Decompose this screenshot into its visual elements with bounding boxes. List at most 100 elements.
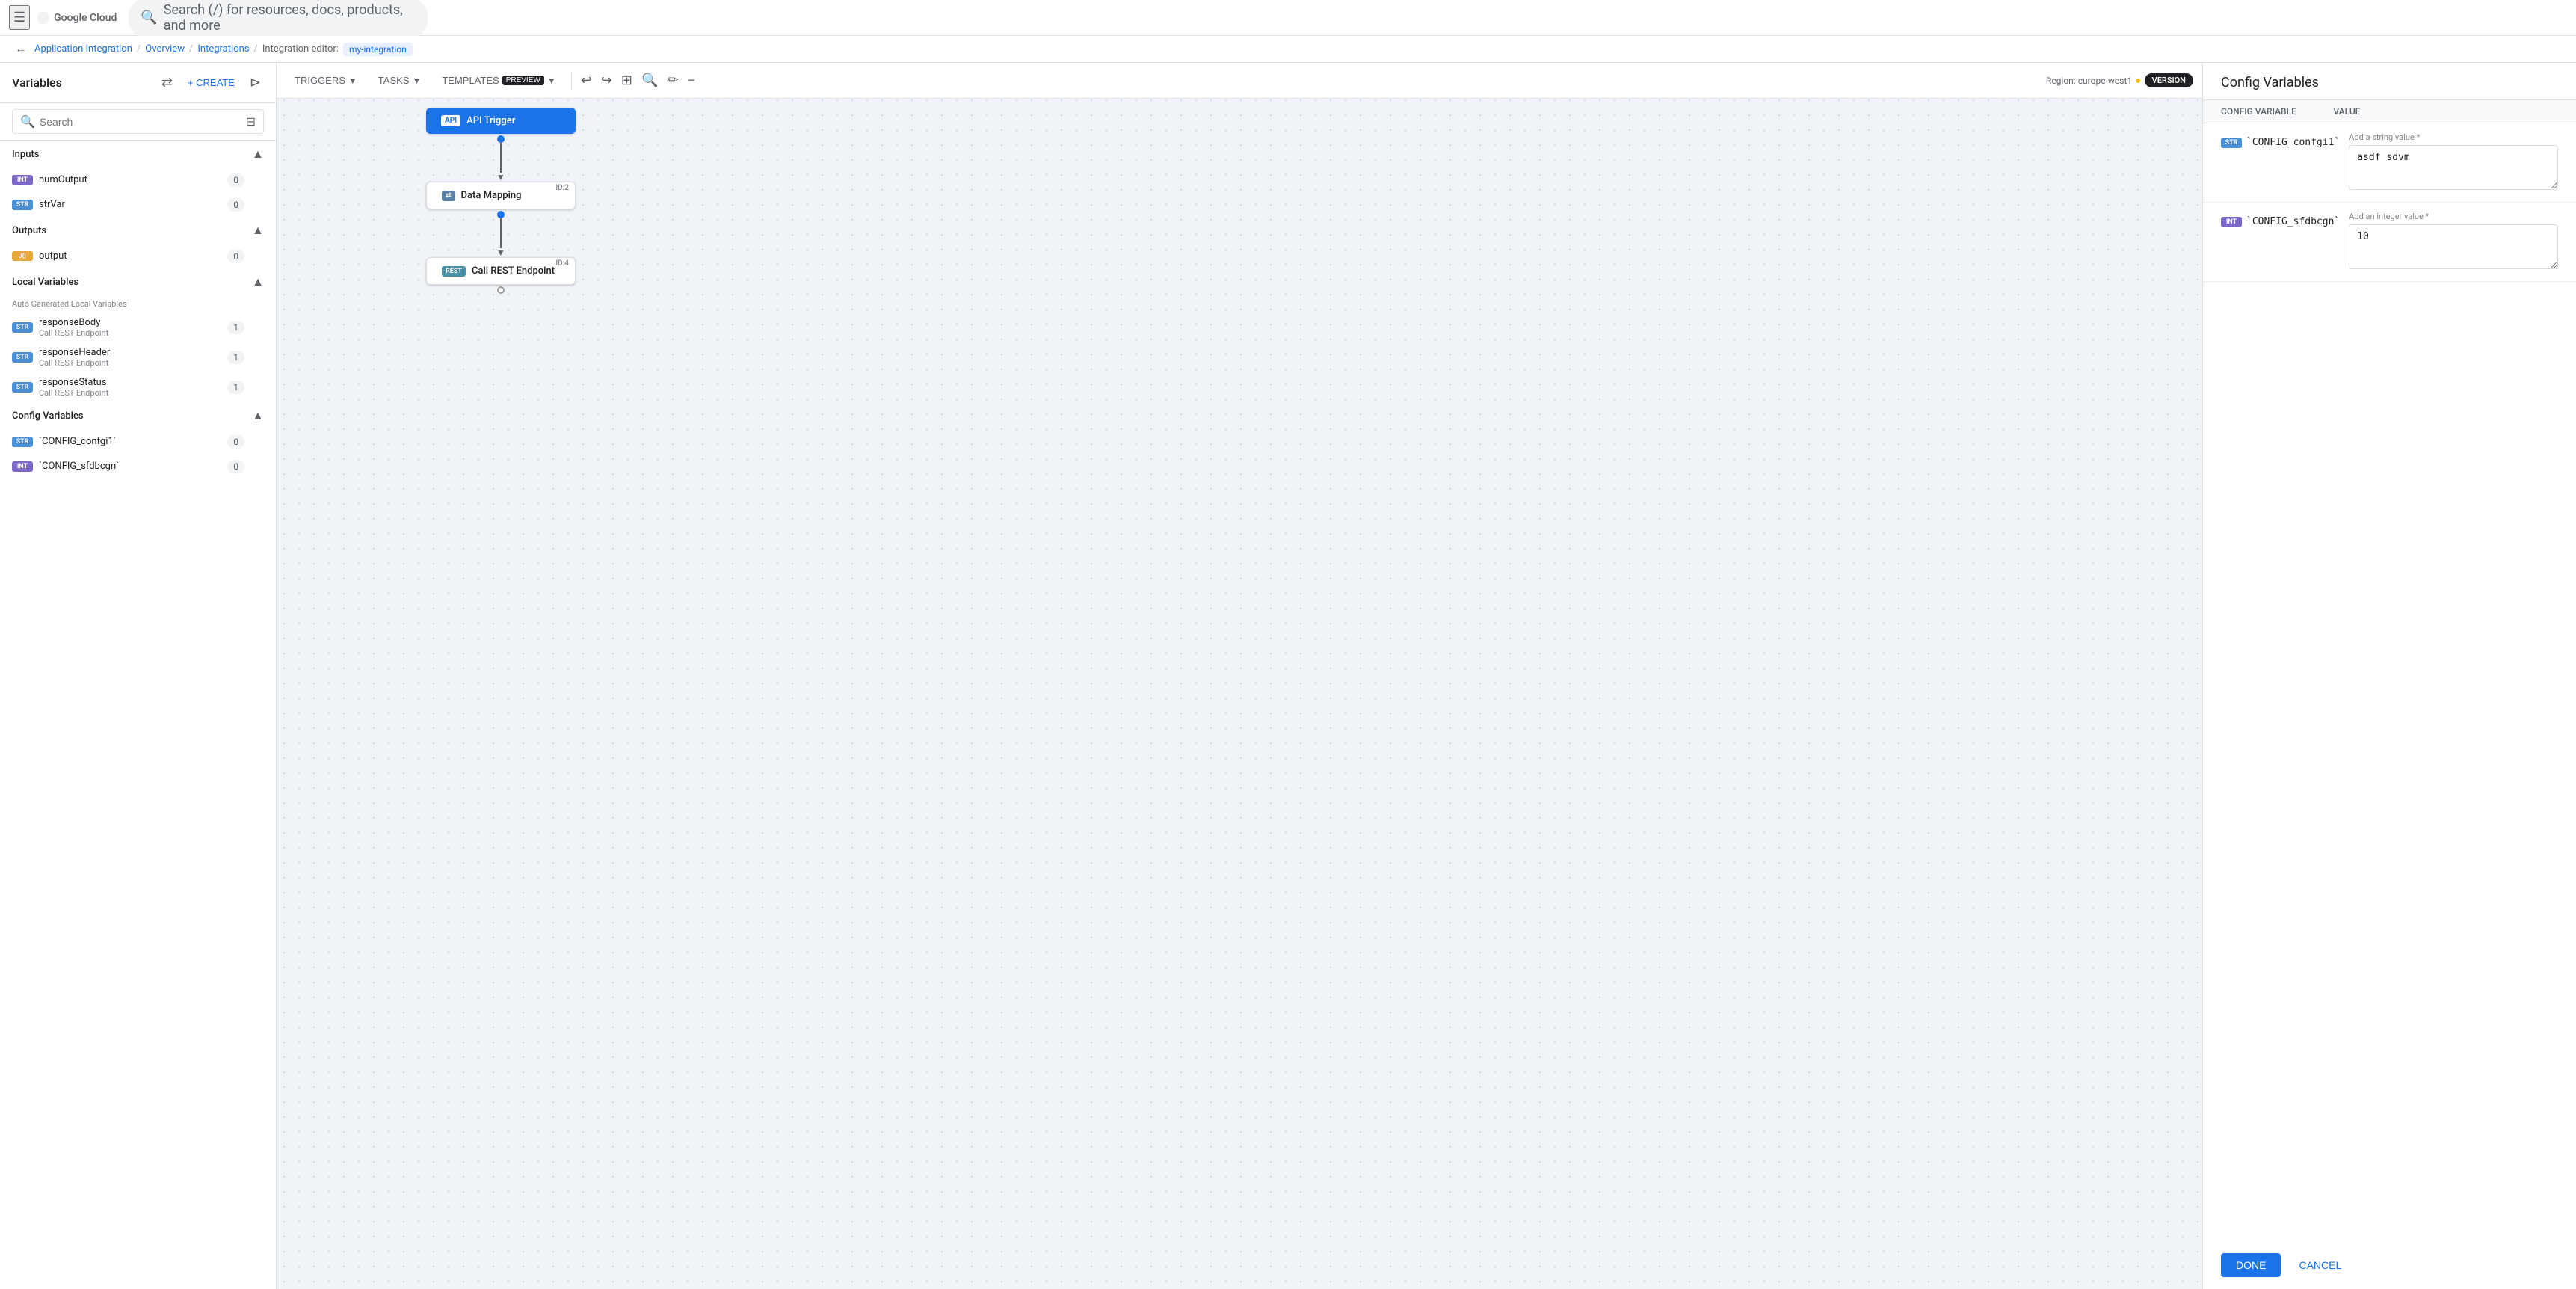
breadcrumb: ← Application Integration / Overview / I… <box>0 36 2576 63</box>
breadcrumb-integrations[interactable]: Integrations <box>197 43 249 55</box>
var-count: 0 <box>227 173 244 187</box>
config-variables-chevron-icon: ▲ <box>252 408 264 423</box>
layout-button[interactable]: ⊞ <box>618 70 635 91</box>
config-table: Config Variable Value STR `CONFIG_confgi… <box>2203 100 2576 1241</box>
connector-arrow-1: ▼ <box>496 173 505 182</box>
zoom-button[interactable]: 🔍 <box>638 70 661 91</box>
triggers-button[interactable]: TRIGGERS ▼ <box>286 70 366 90</box>
create-button[interactable]: + CREATE <box>182 74 241 91</box>
type-badge-str: STR <box>12 437 33 447</box>
list-item: STR responseBody Call REST Endpoint 1 ⋮ <box>0 313 276 342</box>
col-header-name: Config Variable <box>2221 106 2333 117</box>
inputs-chevron-icon: ▲ <box>252 147 264 161</box>
connector-dot-1 <box>497 135 505 143</box>
filter-icon[interactable]: ⊟ <box>246 114 256 129</box>
search-box: 🔍 ⊟ <box>12 109 264 134</box>
global-search-box[interactable]: 🔍 Search (/) for resources, docs, produc… <box>129 0 428 38</box>
local-variables-chevron-icon: ▲ <box>252 274 264 289</box>
var-name-config2: `CONFIG_sfdbcgn` <box>39 461 221 472</box>
config-value-label-1: Add a string value * <box>2349 132 2558 142</box>
search-input[interactable] <box>40 116 241 128</box>
redo-button[interactable]: ↪ <box>598 70 615 91</box>
preview-chip: PREVIEW <box>502 76 544 85</box>
collapse-panel-icon[interactable]: ⊳ <box>247 72 264 93</box>
config-value-input-2[interactable]: 10 <box>2349 224 2558 269</box>
version-chip: VERSION <box>2145 73 2193 87</box>
left-panel-header: Variables ⇄ + CREATE ⊳ <box>0 63 276 103</box>
search-container: 🔍 ⊟ <box>0 103 276 141</box>
cancel-button[interactable]: CANCEL <box>2290 1253 2350 1277</box>
integration-name-chip: my-integration <box>343 43 413 56</box>
type-badge-str: STR <box>12 352 33 363</box>
connector-dot-2 <box>497 211 505 218</box>
region-badge: Region: europe-west1 ● VERSION <box>2046 73 2193 87</box>
inputs-section-content: INT numOutput 0 ⋮ STR strVar 0 ⋮ <box>0 167 276 217</box>
connector-circle-bottom <box>497 286 505 294</box>
outputs-section-header[interactable]: Outputs ▲ <box>0 217 276 244</box>
status-dot: ● <box>2135 74 2141 87</box>
search-placeholder-text: Search (/) for resources, docs, products… <box>164 2 416 34</box>
var-count: 0 <box>227 435 244 449</box>
templates-arrow-icon: ▼ <box>547 76 556 86</box>
undo-button[interactable]: ↩ <box>578 70 595 91</box>
var-sub-responsestatus: Call REST Endpoint <box>39 388 221 398</box>
list-item: INT numOutput 0 ⋮ <box>0 167 276 192</box>
list-item: STR responseStatus Call REST Endpoint 1 … <box>0 372 276 402</box>
data-mapping-node[interactable]: ⇄ Data Mapping ID:2 <box>426 182 576 209</box>
search-icon: 🔍 <box>141 10 157 25</box>
type-badge-str: STR <box>12 200 33 210</box>
var-count: 0 <box>227 460 244 473</box>
connector-middle: ⇄ Data Mapping ID:2 ▼ <box>426 182 576 257</box>
variables-list: Inputs ▲ INT numOutput 0 ⋮ STR strVar 0 … <box>0 141 276 1289</box>
config-var-info-2: INT `CONFIG_sfdbcgn` <box>2221 212 2340 227</box>
config-variables-section-header[interactable]: Config Variables ▲ <box>0 402 276 429</box>
list-item: STR `CONFIG_confgi1` 0 ⋮ <box>0 429 276 454</box>
triggers-arrow-icon: ▼ <box>348 76 357 86</box>
brush-button[interactable]: ✏ <box>664 70 681 91</box>
api-trigger-node[interactable]: API API Trigger <box>426 108 576 134</box>
back-button[interactable]: ← <box>12 40 30 59</box>
rest-node-container: REST Call REST Endpoint ID:4 <box>426 257 576 294</box>
menu-icon[interactable]: ☰ <box>9 5 30 30</box>
var-name-responseheader: responseHeader <box>39 347 221 358</box>
done-button[interactable]: DONE <box>2221 1253 2281 1277</box>
local-variables-section-content: Auto Generated Local Variables STR respo… <box>0 295 276 402</box>
var-count: 0 <box>227 198 244 212</box>
api-trigger-label: API Trigger <box>466 115 515 126</box>
rest-endpoint-node[interactable]: REST Call REST Endpoint ID:4 <box>426 257 576 285</box>
var-name-config1: `CONFIG_confgi1` <box>39 436 221 447</box>
right-panel-title: Config Variables <box>2221 75 2558 90</box>
var-name-numoutput: numOutput <box>39 174 221 185</box>
list-item: STR strVar 0 ⋮ <box>0 192 276 217</box>
right-panel: Config Variables Config Variable Value S… <box>2202 63 2576 1289</box>
list-item: INT `CONFIG_sfdbcgn` 0 ⋮ <box>0 454 276 479</box>
rest-badge: REST <box>442 266 466 277</box>
var-name-output: output <box>39 250 221 262</box>
config-table-header: Config Variable Value <box>2203 100 2576 123</box>
rest-endpoint-id: ID:4 <box>555 259 569 268</box>
list-item: STR responseHeader Call REST Endpoint 1 … <box>0 342 276 372</box>
type-badge-int: INT <box>12 461 33 472</box>
top-bar: ☰ Google Cloud 🔍 Search (/) for resource… <box>0 0 2576 36</box>
var-count: 1 <box>227 321 244 334</box>
var-count: 0 <box>227 250 244 263</box>
config-value-area-2: Add an integer value * 10 <box>2349 212 2558 272</box>
templates-button[interactable]: TEMPLATES PREVIEW ▼ <box>433 70 564 90</box>
var-count: 1 <box>227 381 244 394</box>
breadcrumb-app-integration[interactable]: Application Integration <box>34 43 132 55</box>
config-var-info-1: STR `CONFIG_confgi1` <box>2221 132 2340 148</box>
list-item: J{} output 0 ⋮ <box>0 244 276 268</box>
tasks-button[interactable]: TASKS ▼ <box>369 70 431 90</box>
right-panel-footer: DONE CANCEL <box>2203 1241 2576 1289</box>
tasks-label: TASKS <box>378 75 410 86</box>
local-variables-section-header[interactable]: Local Variables ▲ <box>0 268 276 295</box>
main-layout: Variables ⇄ + CREATE ⊳ 🔍 ⊟ Inputs ▲ INT … <box>0 63 2576 1289</box>
type-badge-str: STR <box>12 382 33 393</box>
minus-button[interactable]: − <box>685 70 699 91</box>
breadcrumb-overview[interactable]: Overview <box>145 43 185 55</box>
left-panel: Variables ⇄ + CREATE ⊳ 🔍 ⊟ Inputs ▲ INT … <box>0 63 277 1289</box>
config-value-input-1[interactable]: asdf sdvm <box>2349 145 2558 190</box>
swap-icon[interactable]: ⇄ <box>158 72 176 93</box>
type-badge-str: STR <box>12 322 33 333</box>
inputs-section-header[interactable]: Inputs ▲ <box>0 141 276 167</box>
